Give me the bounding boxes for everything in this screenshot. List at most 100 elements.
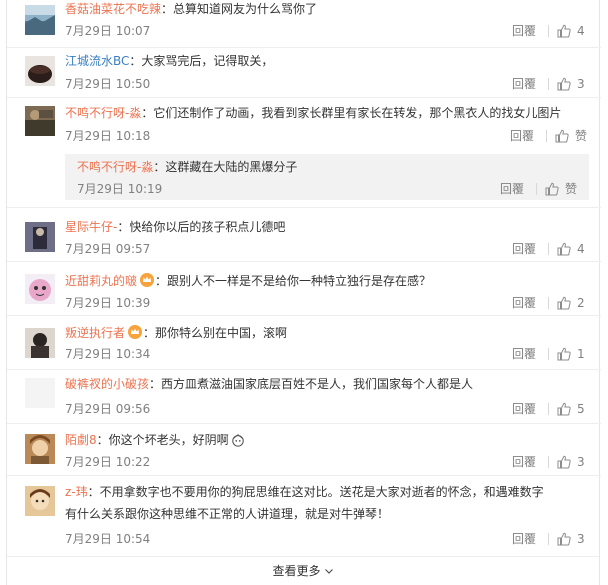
avatar[interactable] bbox=[25, 106, 55, 136]
divider bbox=[548, 25, 549, 37]
avatar[interactable] bbox=[25, 434, 55, 464]
reply-button[interactable]: 回覆 bbox=[500, 180, 524, 198]
username-link[interactable]: 不鸣不行呀-淼 bbox=[65, 106, 141, 120]
divider bbox=[548, 533, 549, 545]
timestamp: 7月29日 10:54 bbox=[65, 532, 151, 546]
nested-reply: 不鸣不行呀-淼：这群藏在大陆的黑爆分子 7月29日 10:19 回覆 赞 bbox=[65, 154, 589, 200]
like-count: 4 bbox=[577, 24, 585, 38]
comment-text: 西方皿煮滋油国家底层百姓不是人，我们国家每个人都是人 bbox=[161, 377, 474, 391]
reply-button[interactable]: 回覆 bbox=[512, 240, 536, 258]
comment-text: 这群藏在大陆的黑爆分子 bbox=[165, 160, 298, 174]
chevron-down-icon bbox=[324, 569, 333, 574]
divider bbox=[548, 456, 549, 468]
comment-text: 你这个坏老头，好阴啊 bbox=[108, 433, 229, 447]
username-link[interactable]: 香菇油菜花不吃辣 bbox=[65, 2, 161, 16]
avatar[interactable] bbox=[25, 222, 55, 252]
thumbs-up-icon bbox=[557, 532, 571, 546]
comment-item: 不鸣不行呀-淼：它们还制作了动画，我看到家长群里有家长在转发，那个黑衣人的找女儿… bbox=[7, 98, 601, 208]
avatar[interactable] bbox=[25, 378, 55, 408]
like-button[interactable]: 3 bbox=[557, 453, 587, 471]
timestamp: 7月29日 09:57 bbox=[65, 242, 151, 256]
comment-text: 快给你以后的孩子积点儿德吧 bbox=[129, 220, 286, 234]
reply-button[interactable]: 回覆 bbox=[510, 127, 534, 145]
like-button[interactable]: 4 bbox=[557, 240, 587, 258]
load-more-button[interactable]: 查看更多 bbox=[272, 564, 333, 578]
thumbs-up-icon bbox=[557, 296, 571, 310]
divider bbox=[545, 130, 547, 142]
comment-item: 叛逆执行者 ：那你特么别在中国，滚啊 7月29日 10:34 回覆 1 bbox=[7, 316, 601, 370]
timestamp: 7月29日 10:19 bbox=[77, 182, 163, 196]
comment-item: 破裤衩的小破孩：西方皿煮滋油国家底层百姓不是人，我们国家每个人都是人 7月29日… bbox=[7, 370, 601, 424]
like-button[interactable]: 2 bbox=[557, 294, 587, 312]
reply-button[interactable]: 回覆 bbox=[512, 400, 536, 418]
like-count: 4 bbox=[577, 242, 585, 256]
comment-item: 江城流水BC：大家骂完后，记得取关， 7月29日 10:50 回覆 3 bbox=[7, 48, 601, 98]
username-link[interactable]: z-玮 bbox=[65, 485, 88, 499]
divider bbox=[535, 183, 537, 195]
crown-badge-icon bbox=[128, 325, 143, 339]
load-more-label: 查看更多 bbox=[272, 564, 321, 578]
divider bbox=[548, 348, 549, 360]
like-count: 1 bbox=[577, 347, 585, 361]
avatar[interactable] bbox=[25, 5, 55, 35]
timestamp: 7月29日 10:34 bbox=[65, 347, 151, 361]
thumbs-up-icon bbox=[557, 455, 571, 469]
divider bbox=[548, 403, 549, 415]
comment-list: 香菇油菜花不吃辣：总算知道网友为什么骂你了 7月29日 10:07 回覆 4 江… bbox=[6, 0, 601, 585]
thumbs-up-icon bbox=[545, 182, 559, 196]
reply-button[interactable]: 回覆 bbox=[512, 530, 536, 548]
thumbs-up-icon bbox=[557, 402, 571, 416]
divider bbox=[548, 78, 549, 90]
divider bbox=[548, 243, 549, 255]
thumbs-up-icon bbox=[557, 77, 571, 91]
username-link[interactable]: 陌劇8 bbox=[65, 433, 97, 447]
timestamp: 7月29日 10:39 bbox=[65, 296, 151, 310]
like-count: 3 bbox=[577, 77, 585, 91]
avatar[interactable] bbox=[25, 56, 55, 86]
like-count: 3 bbox=[577, 532, 585, 546]
avatar[interactable] bbox=[25, 274, 55, 304]
comment-item: 近甜莉丸的啵 ：跟别人不一样是不是给你一种特立独行是存在感？ 7月29日 10:3… bbox=[7, 262, 601, 316]
avatar[interactable] bbox=[25, 328, 55, 358]
comment-item: 星际牛仔-：快给你以后的孩子积点儿德吧 7月29日 09:57 回覆 4 bbox=[7, 208, 601, 262]
username-link[interactable]: 不鸣不行呀-淼 bbox=[77, 160, 153, 174]
emoji-icon bbox=[231, 434, 244, 447]
reply-button[interactable]: 回覆 bbox=[512, 345, 536, 363]
comment-text: 跟别人不一样是不是给你一种特立独行是存在感？ bbox=[167, 274, 432, 288]
comment-text: 不用拿数字也不要用你的狗屁思维在这对比。送花是大家对逝者的怀念，和遇难数字有什么… bbox=[65, 485, 544, 521]
divider bbox=[548, 297, 549, 309]
like-button[interactable]: 3 bbox=[557, 75, 587, 93]
comment-item: z-玮：不用拿数字也不要用你的狗屁思维在这对比。送花是大家对逝者的怀念，和遇难数… bbox=[7, 476, 601, 556]
username-link[interactable]: 星际牛仔- bbox=[65, 220, 117, 234]
username-link[interactable]: 破裤衩的小破孩 bbox=[65, 377, 149, 391]
like-button[interactable]: 赞 bbox=[555, 127, 587, 145]
timestamp: 7月29日 10:50 bbox=[65, 77, 151, 91]
like-button[interactable]: 5 bbox=[557, 400, 587, 418]
username-link[interactable]: 叛逆执行者 bbox=[65, 326, 125, 340]
avatar[interactable] bbox=[25, 486, 55, 516]
comment-text: 那你特么别在中国，滚啊 bbox=[155, 326, 288, 340]
thumbs-up-icon bbox=[557, 347, 571, 361]
like-button[interactable]: 1 bbox=[557, 345, 587, 363]
reply-button[interactable]: 回覆 bbox=[512, 294, 536, 312]
thumbs-up-icon bbox=[555, 129, 569, 143]
like-button[interactable]: 3 bbox=[557, 530, 587, 548]
like-button[interactable]: 赞 bbox=[545, 180, 577, 198]
like-count: 2 bbox=[577, 296, 585, 310]
timestamp: 7月29日 10:07 bbox=[65, 24, 151, 38]
like-count: 3 bbox=[577, 455, 585, 469]
comment-text: 它们还制作了动画，我看到家长群里有家长在转发，那个黑衣人的找女儿图片 bbox=[153, 106, 562, 120]
reply-button[interactable]: 回覆 bbox=[512, 453, 536, 471]
timestamp: 7月29日 09:56 bbox=[65, 402, 151, 416]
username-link[interactable]: 江城流水BC bbox=[65, 54, 129, 68]
crown-badge-icon bbox=[140, 273, 155, 287]
reply-button[interactable]: 回覆 bbox=[512, 22, 536, 40]
like-button[interactable]: 4 bbox=[557, 22, 587, 40]
reply-button[interactable]: 回覆 bbox=[512, 75, 536, 93]
load-more: 查看更多 bbox=[7, 556, 599, 585]
comment-text: 总算知道网友为什么骂你了 bbox=[173, 2, 318, 16]
thumbs-up-icon bbox=[557, 24, 571, 38]
username-link[interactable]: 近甜莉丸的啵 bbox=[65, 274, 137, 288]
timestamp: 7月29日 10:22 bbox=[65, 455, 151, 469]
comment-item: 香菇油菜花不吃辣：总算知道网友为什么骂你了 7月29日 10:07 回覆 4 bbox=[7, 0, 601, 48]
